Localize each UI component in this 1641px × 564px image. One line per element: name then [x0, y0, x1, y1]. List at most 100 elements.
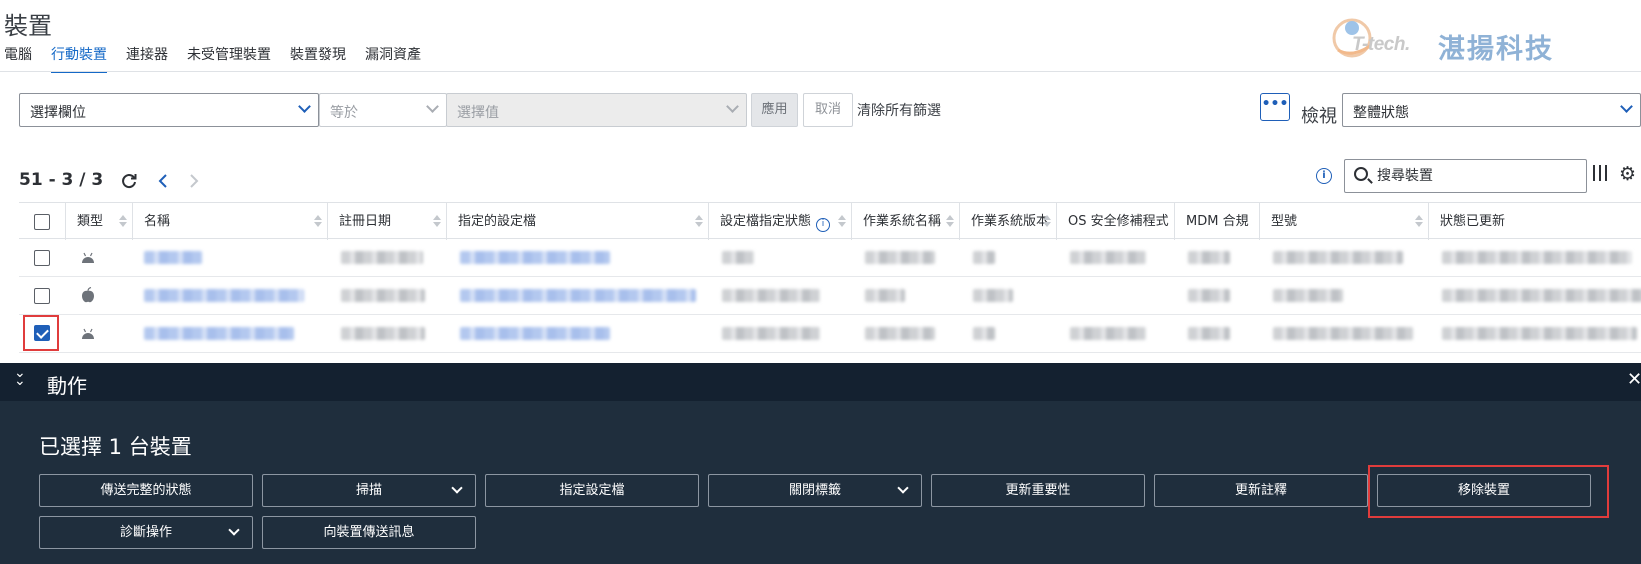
device-name-link[interactable]: [144, 289, 304, 302]
clear-all-filters-link[interactable]: 清除所有篩選: [857, 100, 941, 120]
tab-computers[interactable]: 電腦: [4, 44, 32, 73]
selected-count-text: 已選擇 1 台裝置: [39, 435, 192, 459]
row-checkbox[interactable]: [34, 288, 50, 304]
os-security-patch: [1070, 251, 1146, 264]
info-icon[interactable]: i: [816, 218, 831, 232]
column-name[interactable]: 名稱: [133, 203, 328, 240]
column-status-updated[interactable]: 狀態已更新: [1429, 203, 1641, 240]
page-title: 裝置: [4, 12, 52, 40]
button-label: 向裝置傳送訊息: [323, 525, 415, 540]
table-row[interactable]: [19, 277, 1641, 315]
table-row[interactable]: [19, 239, 1641, 277]
mdm-compliance: [1188, 251, 1230, 264]
row-checkbox[interactable]: [34, 250, 50, 266]
columns-icon[interactable]: [1593, 165, 1607, 181]
close-icon[interactable]: ✕: [1627, 369, 1641, 390]
assign-profile-button[interactable]: 指定設定檔: [485, 474, 699, 507]
header-divider: [0, 71, 1641, 72]
send-full-status-button[interactable]: 傳送完整的狀態: [39, 474, 253, 507]
diagnostic-actions-button[interactable]: 診斷操作: [39, 516, 253, 549]
action-panel-header: ⌄ ⌄ 動作 ✕: [0, 363, 1641, 401]
os-name: [865, 327, 935, 340]
mdm-compliance: [1188, 289, 1230, 302]
table-row[interactable]: [19, 315, 1641, 353]
column-label: 作業系統版本: [971, 214, 1050, 229]
tab-mobile-devices[interactable]: 行動裝置: [51, 44, 107, 73]
tab-device-discovery[interactable]: 裝置發現: [290, 44, 346, 73]
sort-icon: [433, 215, 441, 227]
model: [1273, 251, 1403, 264]
select-all-checkbox[interactable]: [34, 214, 50, 230]
devices-page: 裝置 電腦 行動裝置 連接器 未受管理裝置 裝置發現 漏洞資產 T-tech. …: [0, 0, 1641, 564]
filter-field-select[interactable]: 選擇欄位: [19, 93, 319, 127]
update-notes-button[interactable]: 更新註釋: [1154, 474, 1368, 507]
previous-page-icon[interactable]: [158, 174, 170, 188]
button-label: 關閉標籤: [788, 483, 841, 498]
filter-field-value: 選擇欄位: [30, 105, 86, 121]
collapse-icon[interactable]: ⌄ ⌄: [14, 366, 26, 388]
column-mdm-compliance[interactable]: MDM 合規: [1175, 203, 1260, 240]
row-checkbox[interactable]: [34, 325, 50, 341]
model: [1273, 289, 1343, 302]
os-security-patch: [1070, 327, 1146, 340]
filter-value-select[interactable]: 選擇值: [446, 93, 747, 127]
assigned-profile-link[interactable]: [460, 251, 610, 264]
scan-button[interactable]: 掃描: [262, 474, 476, 507]
column-enroll-date[interactable]: 註冊日期: [328, 203, 447, 240]
tab-vulnerable-assets[interactable]: 漏洞資產: [365, 44, 421, 73]
search-box[interactable]: [1344, 159, 1587, 193]
remove-device-button[interactable]: 移除裝置: [1377, 474, 1591, 507]
next-page-icon[interactable]: [188, 174, 200, 188]
column-os-name[interactable]: 作業系統名稱: [852, 203, 960, 240]
column-os-version[interactable]: 作業系統版本: [960, 203, 1057, 240]
chevron-down-icon: [228, 524, 240, 536]
button-label: 移除裝置: [1457, 483, 1510, 498]
view-select[interactable]: 整體狀態: [1342, 93, 1641, 127]
chevron-down-icon: [726, 100, 739, 113]
gear-icon[interactable]: ⚙: [1619, 163, 1636, 185]
tab-unmanaged-devices[interactable]: 未受管理裝置: [187, 44, 271, 73]
button-label: 診斷操作: [119, 525, 172, 540]
android-icon: [82, 328, 94, 339]
cancel-button[interactable]: 取消: [803, 93, 853, 127]
device-name-link[interactable]: [144, 251, 202, 264]
column-label: 作業系統名稱: [863, 214, 942, 229]
sort-icon: [1415, 215, 1423, 227]
android-icon: [82, 252, 94, 263]
search-icon: [1354, 167, 1368, 181]
column-os-security-patch[interactable]: OS 安全修補程式: [1057, 203, 1175, 240]
info-icon[interactable]: i: [1316, 168, 1332, 184]
result-count: 51 - 3 / 3: [19, 170, 104, 190]
column-type[interactable]: 類型: [66, 203, 133, 240]
refresh-icon[interactable]: [120, 172, 138, 190]
button-label: 指定設定檔: [559, 483, 625, 498]
column-label: 類型: [77, 214, 104, 229]
close-tags-button[interactable]: 關閉標籤: [708, 474, 922, 507]
apply-button[interactable]: 應用: [751, 93, 798, 127]
enroll-date: [341, 251, 423, 264]
status-updated: [1442, 289, 1641, 302]
chevron-down-icon: [451, 482, 463, 494]
column-label: MDM 合規: [1186, 214, 1249, 229]
button-label: 更新註釋: [1234, 483, 1287, 498]
filter-operator-value: 等於: [330, 105, 358, 121]
tab-connectors[interactable]: 連接器: [126, 44, 168, 73]
select-all-cell: [19, 203, 66, 240]
filter-operator-select[interactable]: 等於: [319, 93, 447, 127]
os-version: [973, 327, 995, 340]
profile-status: [722, 289, 820, 302]
column-assigned-profile[interactable]: 指定的設定檔: [447, 203, 709, 240]
assigned-profile-link[interactable]: [460, 289, 696, 302]
column-profile-status[interactable]: 設定檔指定狀態 i: [709, 203, 852, 240]
column-model[interactable]: 型號: [1260, 203, 1429, 240]
profile-status: [722, 327, 820, 340]
assigned-profile-link[interactable]: [460, 327, 610, 340]
search-input[interactable]: [1377, 166, 1577, 186]
column-label: 型號: [1271, 214, 1298, 229]
more-options-button[interactable]: •••: [1260, 93, 1290, 121]
update-importance-button[interactable]: 更新重要性: [931, 474, 1145, 507]
device-name-link[interactable]: [144, 327, 294, 340]
button-label: 掃描: [355, 483, 382, 498]
sort-icon: [838, 215, 846, 227]
send-message-button[interactable]: 向裝置傳送訊息: [262, 516, 476, 549]
